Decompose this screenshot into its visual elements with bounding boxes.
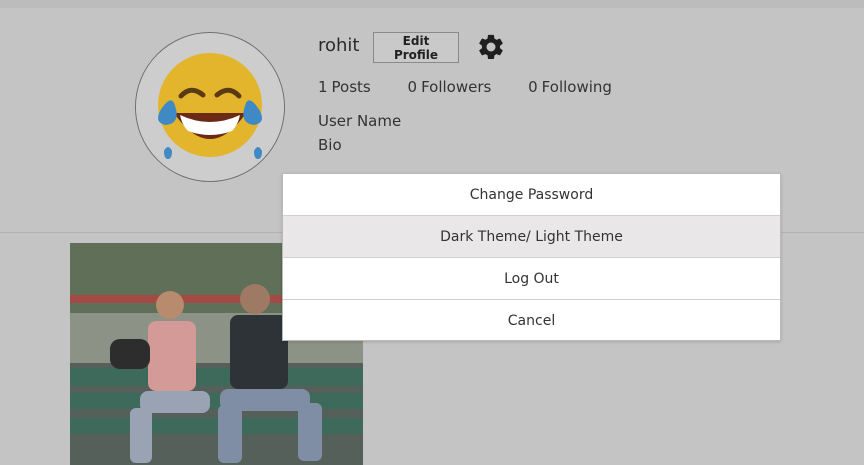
followers-stat[interactable]: 0 Followers [408,78,508,96]
top-bar [0,0,864,8]
change-password-option[interactable]: Change Password [283,174,780,216]
profile-username: rohit [318,35,360,56]
cancel-option[interactable]: Cancel [283,300,780,342]
settings-menu-modal: Change Password Dark Theme/ Light Theme … [282,173,781,341]
following-stat[interactable]: 0 Following [528,78,628,96]
edit-profile-button[interactable]: Edit Profile [373,32,459,63]
profile-stats: 1 Posts 0 Followers 0 Following [318,78,644,96]
avatar [135,32,285,182]
profile-full-name: User Name [318,112,402,130]
laughing-emoji-icon [136,33,284,181]
profile-bio: Bio [318,136,342,154]
posts-stat[interactable]: 1 Posts [318,78,387,96]
logout-option[interactable]: Log Out [283,258,780,300]
gear-icon[interactable] [476,32,506,62]
theme-toggle-option[interactable]: Dark Theme/ Light Theme [283,216,780,258]
